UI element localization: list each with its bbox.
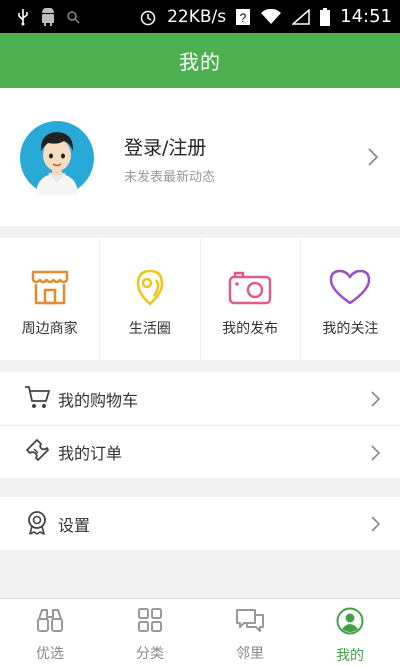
tab-mine[interactable]: 我的	[300, 599, 400, 666]
menu-label: 我的购物车	[58, 390, 139, 410]
profile-subtitle: 未发表最新动态	[124, 170, 216, 185]
app-header: 我的	[0, 33, 400, 88]
profile-text: 登录/注册 未发表最新动态	[124, 133, 215, 185]
battery-icon	[320, 7, 331, 26]
tab-label: 我的	[336, 648, 364, 664]
shortcut-grid: 周边商家 生活圈 我的发布 我的关注	[0, 238, 400, 360]
chevron-right-icon	[371, 445, 381, 465]
profile-card[interactable]: 登录/注册 未发表最新动态	[0, 88, 400, 226]
usb-icon	[16, 8, 30, 26]
heart-icon	[328, 268, 372, 310]
menu-item-cart[interactable]: 我的购物车	[0, 372, 400, 425]
chevron-right-icon	[368, 148, 379, 170]
shortcut-label: 生活圈	[128, 321, 171, 337]
shortcut-label: 我的关注	[322, 321, 379, 337]
grid-icon	[137, 607, 163, 637]
tab-label: 优选	[36, 646, 64, 662]
tab-featured[interactable]: 优选	[0, 599, 100, 666]
menu-label: 设置	[58, 515, 91, 535]
ticket-icon	[24, 438, 50, 466]
shortcut-life-circle[interactable]: 生活圈	[100, 238, 201, 360]
cart-icon	[24, 385, 50, 413]
menu-group-settings: 设置	[0, 497, 400, 550]
chat-icon	[235, 607, 265, 637]
menu-item-orders[interactable]: 我的订单	[0, 425, 400, 478]
binoculars-icon	[36, 607, 64, 637]
wifi-icon	[260, 8, 282, 25]
signal-icon	[292, 8, 310, 25]
network-speed: 22KB/s	[167, 6, 227, 27]
store-icon	[30, 268, 70, 310]
android-icon	[40, 7, 56, 26]
alarm-icon	[139, 8, 157, 26]
settings-badge-icon	[24, 509, 50, 539]
bottom-nav: 优选 分类 邻里 我的	[0, 598, 400, 666]
tab-neighborhood[interactable]: 邻里	[200, 599, 300, 666]
clock: 14:51	[340, 6, 392, 27]
avatar[interactable]	[20, 121, 94, 195]
user-icon	[336, 607, 364, 639]
menu-group-orders: 我的购物车 我的订单	[0, 372, 400, 478]
shortcut-label: 周边商家	[21, 321, 78, 337]
shortcut-label: 我的发布	[222, 321, 279, 337]
tab-label: 邻里	[236, 646, 264, 662]
login-register-link[interactable]: 登录/注册	[124, 133, 215, 160]
shortcut-my-posts[interactable]: 我的发布	[201, 238, 301, 360]
svg-text:?: ?	[240, 11, 247, 25]
menu-label: 我的订单	[58, 444, 123, 463]
search-icon	[66, 10, 80, 24]
unknown-network-icon: ?	[236, 8, 251, 26]
chevron-right-icon	[371, 516, 381, 536]
shortcut-nearby-stores[interactable]: 周边商家	[0, 238, 101, 360]
menu-item-settings[interactable]: 设置	[0, 497, 400, 550]
status-bar: 22KB/s ? 14:51	[0, 0, 400, 33]
location-pin-icon	[130, 268, 170, 310]
chevron-right-icon	[371, 391, 381, 411]
camera-icon	[227, 268, 273, 310]
tab-label: 分类	[136, 646, 164, 662]
page-title: 我的	[179, 50, 221, 74]
tab-categories[interactable]: 分类	[100, 599, 200, 666]
shortcut-my-follows[interactable]: 我的关注	[301, 238, 400, 360]
